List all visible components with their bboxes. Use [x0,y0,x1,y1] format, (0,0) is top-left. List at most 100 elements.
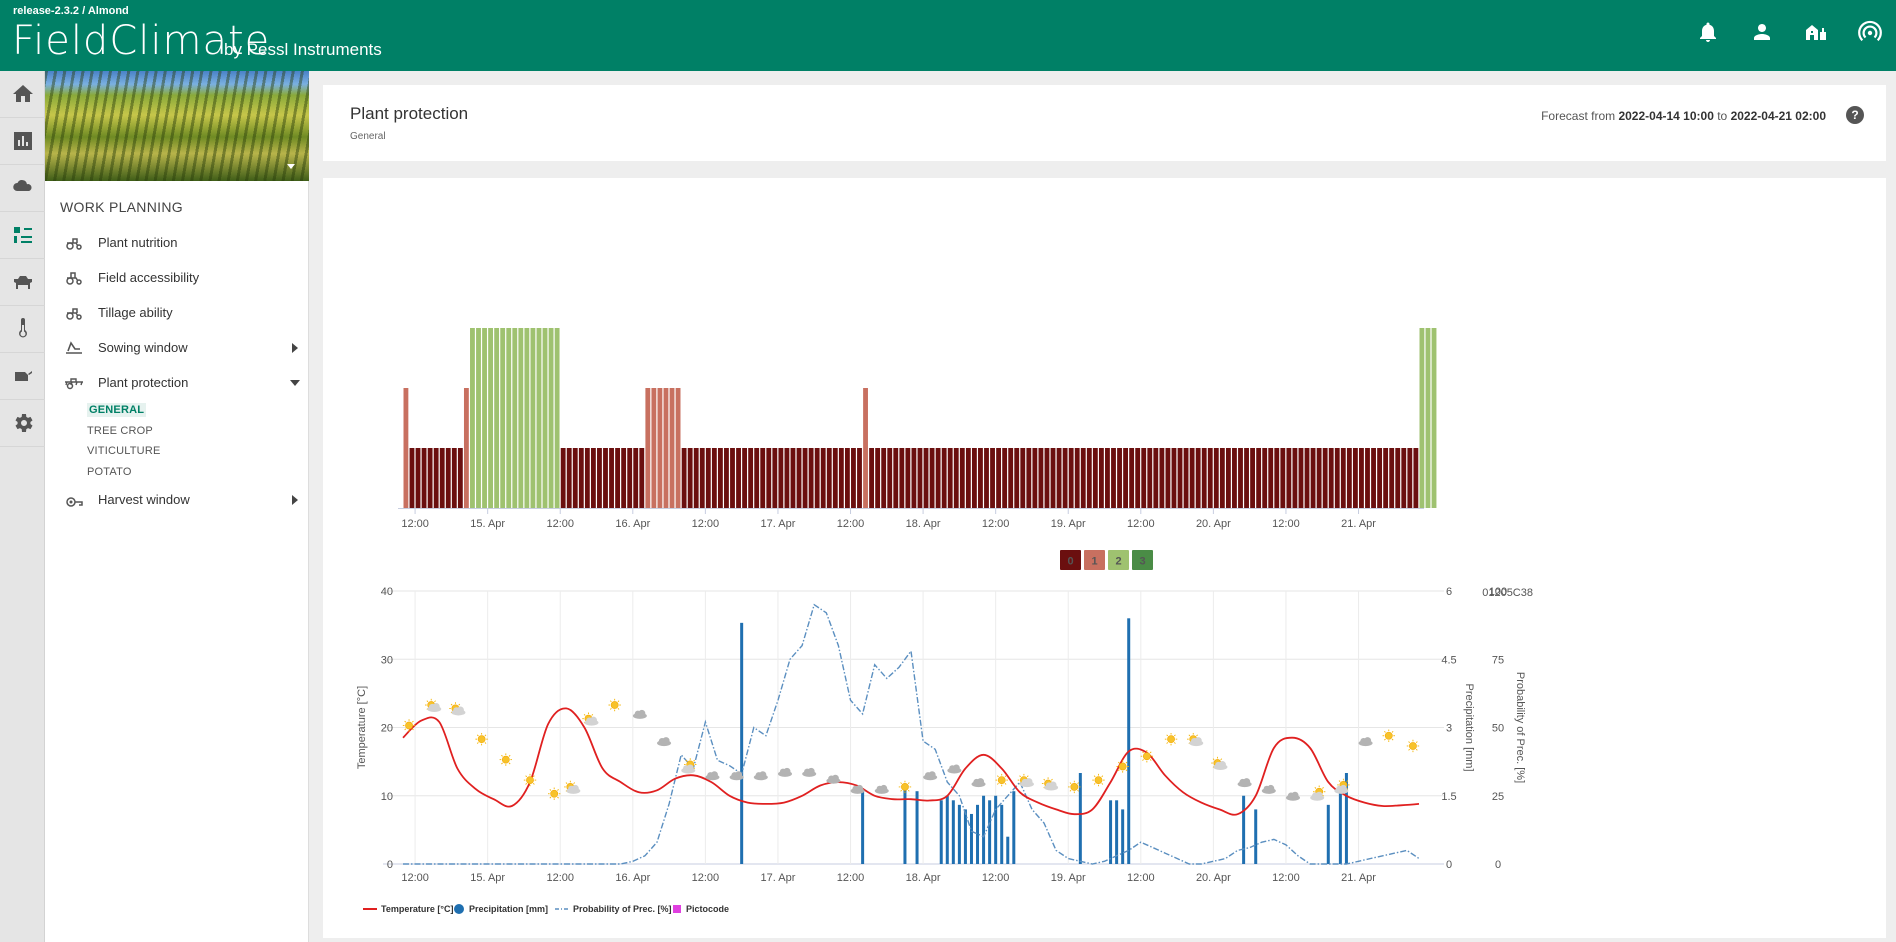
class-bar [1177,448,1183,508]
class-bar [675,388,681,508]
class-bar [415,448,421,508]
sprayer-icon [65,377,83,389]
field-banner-image[interactable] [45,71,309,181]
forecast-range: Forecast from 2022-04-14 10:00 to 2022-0… [1541,109,1826,123]
class-bar [663,388,669,508]
precipitation-bar [1115,800,1119,864]
help-icon[interactable]: ? [1846,106,1864,124]
x-tick-label: 12:00 [1127,518,1155,530]
section-title: WORK PLANNING [60,199,183,215]
sun-cloud-pictocode-icon [425,698,442,713]
cloud-pictocode-icon [971,778,986,788]
rail-weather[interactable] [0,165,45,212]
class-bar [1225,448,1231,508]
sun-icon [1070,783,1079,791]
sidebar-item-tillage-ability[interactable]: Tillage ability [45,295,308,330]
sub-item-potato[interactable]: POTATO [45,462,308,483]
class-bar [1371,448,1376,508]
class-bar [603,448,608,508]
sidebar-item-label: Tillage ability [98,305,173,320]
class-bar [445,448,451,508]
x-tick-label: 12:00 [837,518,865,530]
sidebar-item-sowing-window[interactable]: Sowing window [45,330,308,365]
rail-animal[interactable] [0,259,45,306]
sidebar-item-harvest-window[interactable]: Harvest window [45,482,308,517]
user-icon[interactable] [1750,20,1776,46]
precipitation-bar [1254,809,1258,864]
x-tick-label: 12:00 [982,518,1010,530]
class-bar [1328,448,1334,508]
rail-charts[interactable] [0,118,45,165]
class-bar [784,448,790,508]
cloud-puff [1025,778,1033,786]
release-version: release-2.3.2 / Almond [13,5,129,17]
sun-pictocode-icon [608,698,621,712]
y-right1-tick-label: 0 [1446,859,1452,871]
rail-sprayer[interactable] [0,353,45,400]
sun-ray [1415,741,1418,744]
x-tick-label: 12:00 [982,872,1010,884]
charts-svg: 12:00 15. Apr 12:00 16. Apr 12:00 17. Apr 12:0… [356,328,1533,914]
cloud-puff [1194,737,1202,745]
sun-ray [1117,769,1120,772]
sun-ray [426,700,429,703]
cloud-puff [880,784,888,792]
sidebar-item-plant-nutrition[interactable]: Plant nutrition [45,225,308,260]
class-bar [566,448,572,508]
rail-work-planning[interactable] [0,212,45,259]
class-bar [1207,448,1213,508]
cloud-puff [856,784,864,792]
cloud-puff [1267,784,1275,792]
chevron-right-icon[interactable] [292,342,298,353]
sun-icon [610,701,619,709]
cloud-puff [710,771,718,779]
class-bar [978,448,983,508]
class-bar [1431,328,1437,508]
sun-pictocode-icon [1382,729,1395,742]
sowing-icon [66,340,82,354]
class-bar [1044,448,1050,508]
sub-item-general[interactable]: GENERAL [45,400,308,421]
class-bar [748,448,754,508]
sun-ray [549,789,552,791]
class-bar [536,328,542,508]
class-bar [639,448,645,508]
x-tick-label: 20. Apr [1196,872,1231,884]
cloud-puff [1315,791,1323,799]
cloud-puff [589,716,597,724]
class-bar [941,448,947,508]
class-bar [1098,448,1104,508]
class-bar [463,388,469,508]
chevron-right-icon[interactable] [292,494,298,505]
sub-item-tree-crop[interactable]: TREE CROP [45,421,308,442]
sun-ray [693,759,695,762]
x-tick-label: 12:00 [1127,872,1155,884]
sun-ray [508,754,511,757]
class-bar [560,448,566,508]
y-left-tick-label: 40 [381,586,393,598]
sidebar-item-plant-protection[interactable]: Plant protection [45,365,308,400]
weather-icon [12,180,32,196]
y-right2-tick-label: 25 [1492,791,1504,803]
chevron-down-icon[interactable] [287,164,295,169]
y-left-axis-title: Temperature [°C] [356,686,368,769]
farm-icon[interactable] [1804,20,1830,46]
sun-ray [1069,782,1072,784]
class-bar [766,448,772,508]
sun-ray [565,782,568,784]
class-bar [1419,328,1425,508]
sub-item-viticulture[interactable]: VITICULTURE [45,441,308,462]
x-tick-label: 21. Apr [1341,872,1376,884]
rail-sensors[interactable] [0,306,45,353]
chevron-down-icon[interactable] [290,379,300,386]
top-bar: release-2.3.2 / Almond FieldClimate by P… [0,0,1896,71]
class-bar [1268,448,1274,508]
rail-home[interactable] [0,71,45,118]
sun-ray [609,700,612,703]
bell-icon[interactable] [1696,20,1722,46]
class-bar [844,448,850,508]
rail-settings[interactable] [0,400,45,447]
station-signal-icon[interactable] [1858,20,1884,46]
sidebar-item-field-accessibility[interactable]: Field accessibility [45,260,308,295]
y-right1-tick-label: 3 [1446,723,1452,735]
